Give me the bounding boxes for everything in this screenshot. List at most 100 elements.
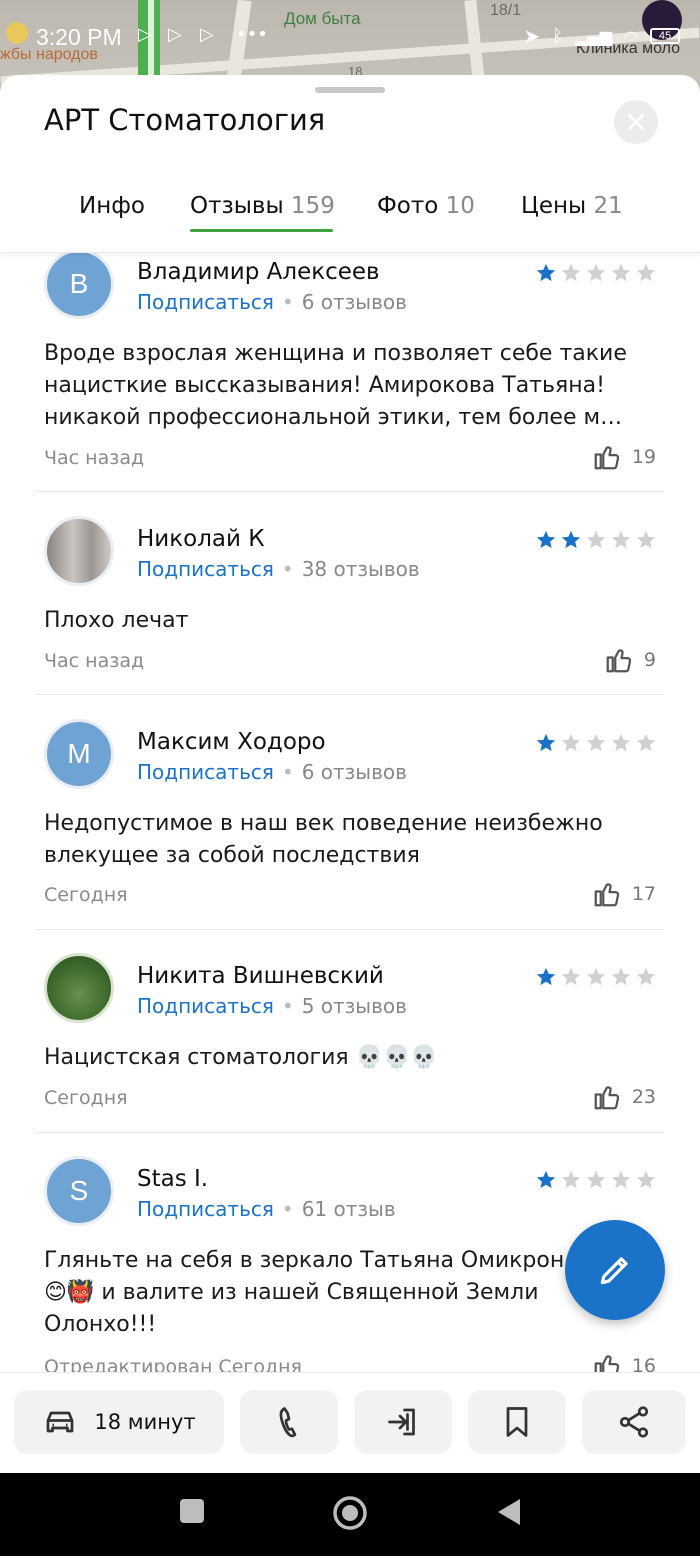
rating-stars: [535, 262, 657, 284]
star-filled-icon: [536, 263, 556, 282]
close-button[interactable]: [614, 100, 658, 144]
like-count: 9: [643, 649, 656, 671]
star-empty-icon: [561, 733, 581, 752]
call-button[interactable]: [240, 1390, 338, 1454]
star-empty-icon: [561, 967, 581, 986]
reviewer-name[interactable]: Никита Вишневский: [137, 963, 384, 989]
star-empty-icon: [561, 1170, 581, 1189]
go-inside-button[interactable]: [354, 1390, 452, 1454]
place-title: АРТ Стоматология: [44, 103, 326, 137]
bookmark-button[interactable]: [468, 1390, 566, 1454]
like-count: 16: [631, 1355, 656, 1373]
tab-bar: Инфо Отзывы 159 Фото 10 Цены 21: [0, 175, 700, 253]
subscribe-button[interactable]: Подписаться: [137, 290, 274, 314]
avatar[interactable]: [44, 516, 114, 586]
reviewer-name[interactable]: Николай К: [137, 526, 265, 552]
star-empty-icon: [636, 263, 656, 282]
avatar[interactable]: [44, 953, 114, 1023]
share-button[interactable]: [582, 1390, 686, 1454]
reviews-count: 6 отзывов: [301, 760, 407, 784]
wifi-icon: ◠: [624, 26, 638, 46]
write-review-button[interactable]: [565, 1220, 665, 1320]
reviewer-meta: Подписаться • 61 отзыв: [137, 1197, 396, 1221]
thumbs-up-icon: [594, 446, 619, 470]
tab-photos[interactable]: Фото 10: [377, 193, 475, 219]
subscribe-button[interactable]: Подписаться: [137, 1197, 274, 1221]
tab-label: Фото: [377, 193, 439, 219]
tab-count: 159: [290, 193, 335, 219]
rating-stars: [535, 732, 657, 754]
divider: [36, 1132, 664, 1133]
review-time: Сегодня: [44, 884, 128, 906]
star-filled-icon: [536, 1170, 556, 1189]
rating-stars: [535, 1169, 657, 1191]
rating-stars: [535, 966, 657, 988]
route-button[interactable]: 18 минут: [14, 1390, 224, 1454]
reviews-list[interactable]: В Владимир Алексеев Подписаться • 6 отзыво…: [0, 253, 700, 1373]
reviewer-meta: Подписаться • 38 отзывов: [137, 557, 420, 581]
avatar-letter: В: [69, 268, 89, 299]
avatar[interactable]: В: [44, 253, 114, 319]
play-icon: ▷: [138, 24, 152, 45]
home-icon: [333, 1496, 367, 1530]
star-empty-icon: [586, 1170, 606, 1189]
home-button[interactable]: [332, 1495, 368, 1535]
subscribe-button[interactable]: Подписаться: [137, 994, 274, 1018]
subscribe-button[interactable]: Подписаться: [137, 760, 274, 784]
like-count: 23: [631, 1086, 656, 1108]
tab-count: 10: [445, 193, 475, 219]
like-button[interactable]: 23: [592, 1082, 656, 1112]
bluetooth-icon: ᛒ: [552, 25, 564, 47]
like-button[interactable]: 19: [592, 442, 656, 472]
tab-label: Цены: [521, 193, 587, 219]
star-empty-icon: [586, 530, 606, 549]
star-empty-icon: [611, 263, 631, 282]
star-empty-icon: [611, 530, 631, 549]
recents-icon: [180, 1499, 204, 1523]
system-nav-bar: [0, 1473, 700, 1556]
reviewer-name[interactable]: Stas I.: [137, 1166, 208, 1192]
drag-handle[interactable]: [315, 87, 385, 93]
active-tab-indicator: [190, 229, 333, 232]
star-empty-icon: [636, 530, 656, 549]
star-filled-icon: [536, 967, 556, 986]
route-time: 18 минут: [94, 1410, 196, 1434]
divider: [36, 929, 664, 930]
avatar[interactable]: S: [44, 1156, 114, 1226]
reviews-count: 5 отзывов: [301, 994, 407, 1018]
avatar[interactable]: М: [44, 719, 114, 789]
review-text[interactable]: Вроде взрослая женщина и позволяет себе …: [44, 338, 656, 434]
review-text[interactable]: Плохо лечат: [44, 605, 656, 637]
close-icon: [628, 114, 644, 130]
back-button[interactable]: [494, 1497, 522, 1531]
review-time: Час назад: [44, 447, 145, 469]
tab-reviews[interactable]: Отзывы 159: [190, 193, 335, 219]
reviewer-meta: Подписаться • 6 отзывов: [137, 760, 407, 784]
reviewer-name[interactable]: Максим Ходоро: [137, 729, 326, 755]
enter-icon: [388, 1408, 415, 1436]
like-button[interactable]: 9: [604, 645, 656, 675]
like-button[interactable]: 17: [592, 879, 656, 909]
tab-info[interactable]: Инфо: [79, 193, 145, 219]
review-text[interactable]: Недопустимое в наш век поведение неизбеж…: [44, 808, 656, 872]
recents-button[interactable]: [178, 1497, 206, 1529]
subscribe-button[interactable]: Подписаться: [137, 557, 274, 581]
more-notifications-icon: •••: [236, 24, 268, 45]
pencil-icon: [600, 1257, 628, 1285]
reviewer-meta: Подписаться • 6 отзывов: [137, 290, 407, 314]
tab-label: Инфо: [79, 193, 145, 219]
review-text[interactable]: Нацистская стоматология 💀💀💀: [44, 1042, 656, 1074]
like-button[interactable]: 16: [592, 1351, 656, 1373]
reviewer-name[interactable]: Владимир Алексеев: [137, 259, 380, 285]
review-text[interactable]: Гляньте на себя в зеркало Татьяна Омикро…: [44, 1245, 584, 1341]
place-card: АРТ Стоматология Инфо Отзывы 159 Фото 10…: [0, 75, 700, 1473]
divider: [36, 491, 664, 492]
tab-prices[interactable]: Цены 21: [521, 193, 623, 219]
play-icon: ▷: [168, 24, 182, 45]
tab-count: 21: [593, 193, 623, 219]
star-filled-icon: [536, 733, 556, 752]
status-bar: 3:20 PM ▷ ▷ ▷ ••• ➤ ᛒ ▂▄▆ ◠ 45: [0, 18, 700, 62]
review-time: Отредактирован Сегодня: [44, 1356, 302, 1373]
back-icon: [498, 1499, 520, 1525]
rating-stars: [535, 529, 657, 551]
